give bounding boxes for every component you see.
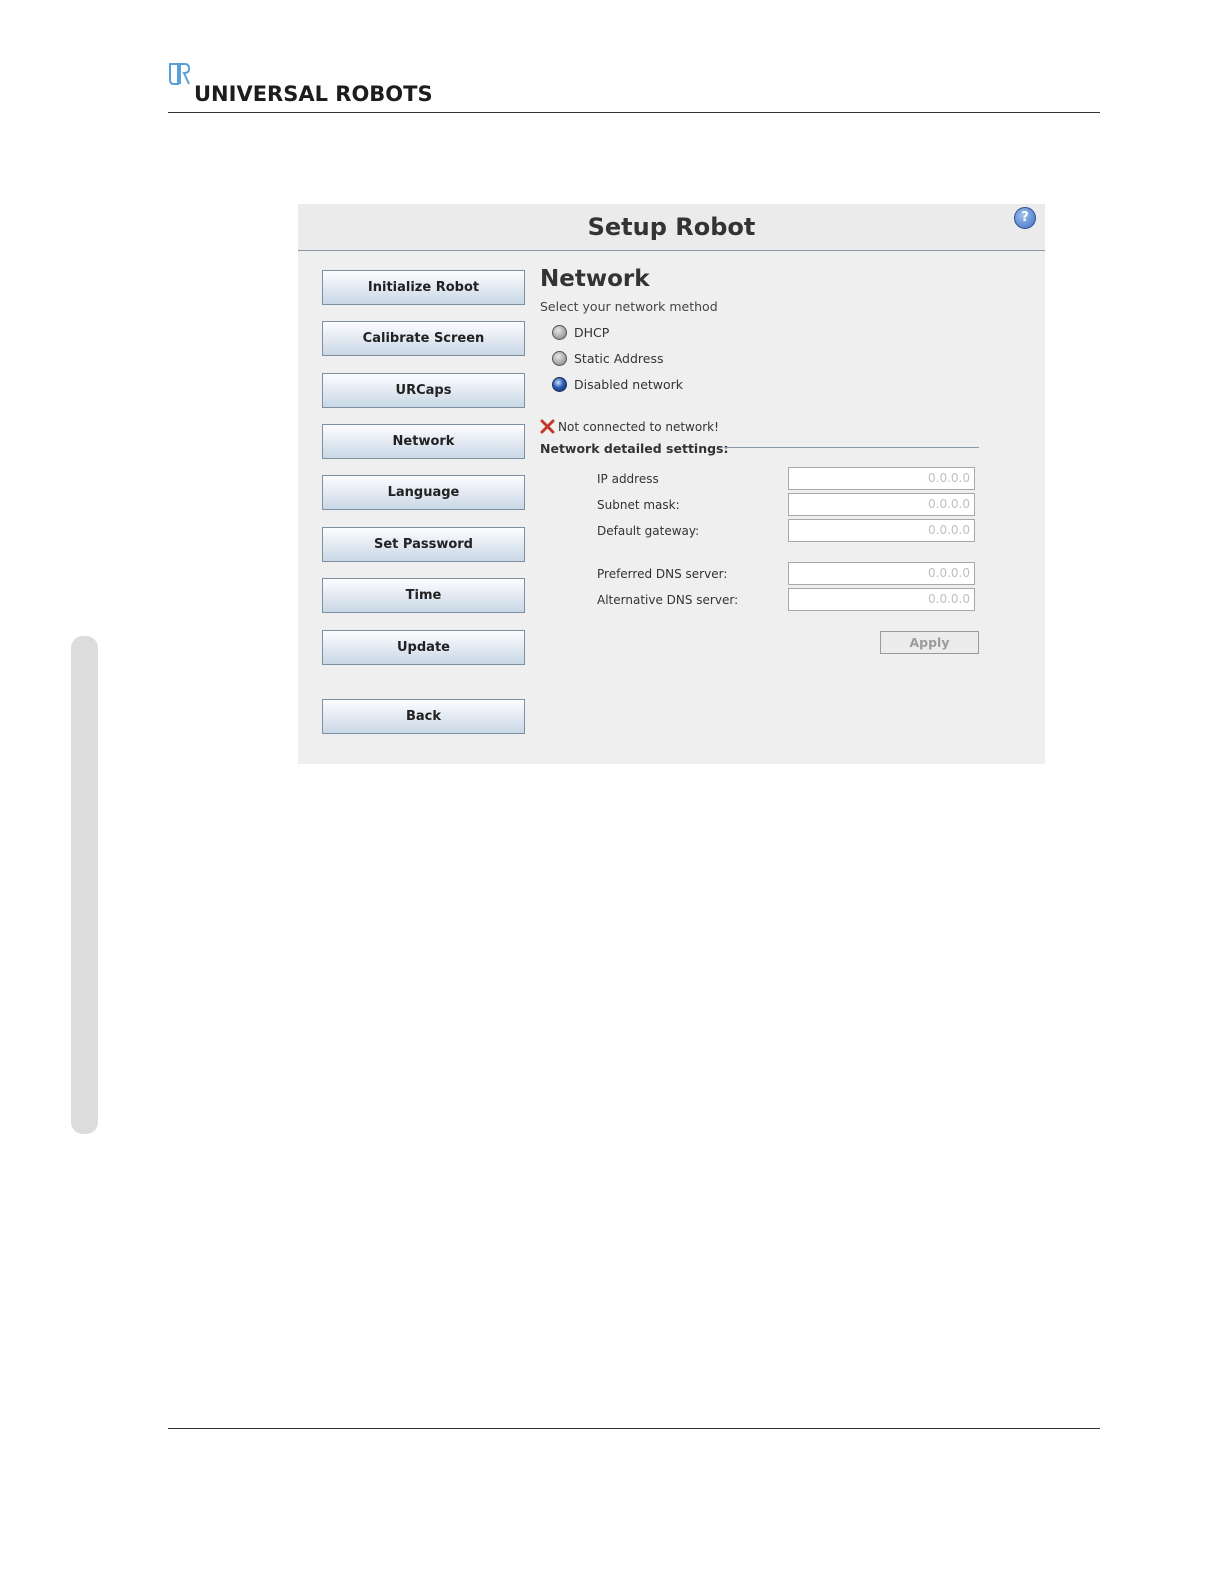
details-divider (724, 447, 979, 448)
setup-robot-window: Setup Robot ? Initialize Robot Calibrate… (298, 204, 1045, 764)
initialize-robot-button[interactable]: Initialize Robot (322, 270, 525, 305)
alternative-dns-label: Alternative DNS server: (597, 593, 739, 607)
alternative-dns-input[interactable]: 0.0.0.0 (788, 588, 975, 611)
network-settings-panel: Network Select your network method DHCP … (540, 204, 1040, 764)
urcaps-button[interactable]: URCaps (322, 373, 525, 408)
network-button[interactable]: Network (322, 424, 525, 459)
header-divider (168, 112, 1100, 113)
radio-disabled-label: Disabled network (574, 377, 684, 392)
default-gateway-label: Default gateway: (597, 524, 700, 538)
subnet-mask-label: Subnet mask: (597, 498, 680, 512)
ip-address-label: IP address (597, 472, 659, 486)
set-password-button[interactable]: Set Password (322, 527, 525, 562)
section-subtitle: Select your network method (540, 299, 718, 314)
radio-static-indicator[interactable] (552, 351, 567, 366)
radio-dhcp-indicator[interactable] (552, 325, 567, 340)
language-button[interactable]: Language (322, 475, 525, 510)
side-tab-marker (71, 636, 98, 1134)
universal-robots-logo: UNIVERSAL ROBOTS (168, 62, 433, 108)
back-button[interactable]: Back (322, 699, 525, 734)
preferred-dns-input[interactable]: 0.0.0.0 (788, 562, 975, 585)
time-button[interactable]: Time (322, 578, 525, 613)
subnet-mask-input[interactable]: 0.0.0.0 (788, 493, 975, 516)
ip-address-input[interactable]: 0.0.0.0 (788, 467, 975, 490)
apply-button[interactable]: Apply (880, 631, 979, 654)
radio-disabled-indicator[interactable] (552, 377, 567, 392)
preferred-dns-label: Preferred DNS server: (597, 567, 728, 581)
ur-logo-mark-icon (169, 63, 190, 85)
default-gateway-input[interactable]: 0.0.0.0 (788, 519, 975, 542)
logo-text: UNIVERSAL ROBOTS (194, 82, 433, 106)
error-x-icon (540, 419, 555, 434)
details-heading: Network detailed settings: (540, 441, 729, 456)
update-button[interactable]: Update (322, 630, 525, 665)
connection-status: Not connected to network! (558, 420, 719, 434)
radio-static-label: Static Address (574, 351, 664, 366)
radio-dhcp-label: DHCP (574, 325, 610, 340)
footer-divider (168, 1428, 1100, 1429)
section-title: Network (540, 266, 650, 292)
calibrate-screen-button[interactable]: Calibrate Screen (322, 321, 525, 356)
